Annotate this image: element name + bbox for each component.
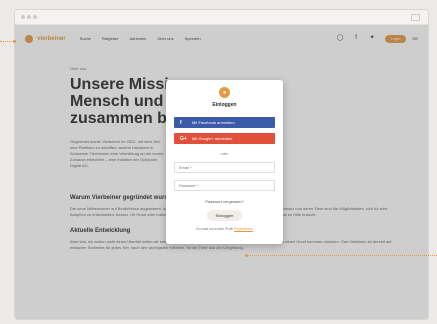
google-login-label: Mit Google+ anmelden [192, 136, 233, 141]
register-prompt: Du hast noch kein Profil Registrieren [174, 227, 275, 232]
login-button[interactable]: Einloggen [206, 210, 243, 221]
annotation-line-left [0, 41, 14, 42]
browser-toolbar [15, 10, 428, 25]
window-control-dot[interactable] [21, 15, 25, 19]
forgot-password-link[interactable]: Passwort vergessen? [174, 199, 275, 204]
google-login-button[interactable]: G+ Mit Google+ anmelden [174, 133, 275, 144]
window-control-dot[interactable] [27, 15, 31, 19]
google-plus-icon: G+ [180, 135, 187, 142]
email-field[interactable] [174, 162, 275, 173]
or-divider: oder [220, 151, 229, 156]
window-control-dot[interactable] [33, 15, 37, 19]
password-field[interactable] [174, 180, 275, 191]
modal-title: Einloggen [212, 102, 237, 108]
register-prompt-text: Du hast noch kein Profil [196, 227, 234, 231]
facebook-login-label: Mit Facebook anmelden [192, 120, 235, 125]
login-modal: ● Einloggen f Mit Facebook anmelden G+ M… [166, 80, 283, 244]
facebook-login-button[interactable]: f Mit Facebook anmelden [174, 117, 275, 128]
annotation-line-right [246, 255, 437, 256]
facebook-icon: f [180, 119, 182, 126]
annotation-dot-left [13, 40, 16, 43]
register-link[interactable]: Registrieren [234, 227, 253, 231]
window-menu-icon[interactable] [411, 14, 420, 21]
paw-logo-icon: ● [219, 87, 230, 98]
annotation-dot-right [245, 254, 248, 257]
